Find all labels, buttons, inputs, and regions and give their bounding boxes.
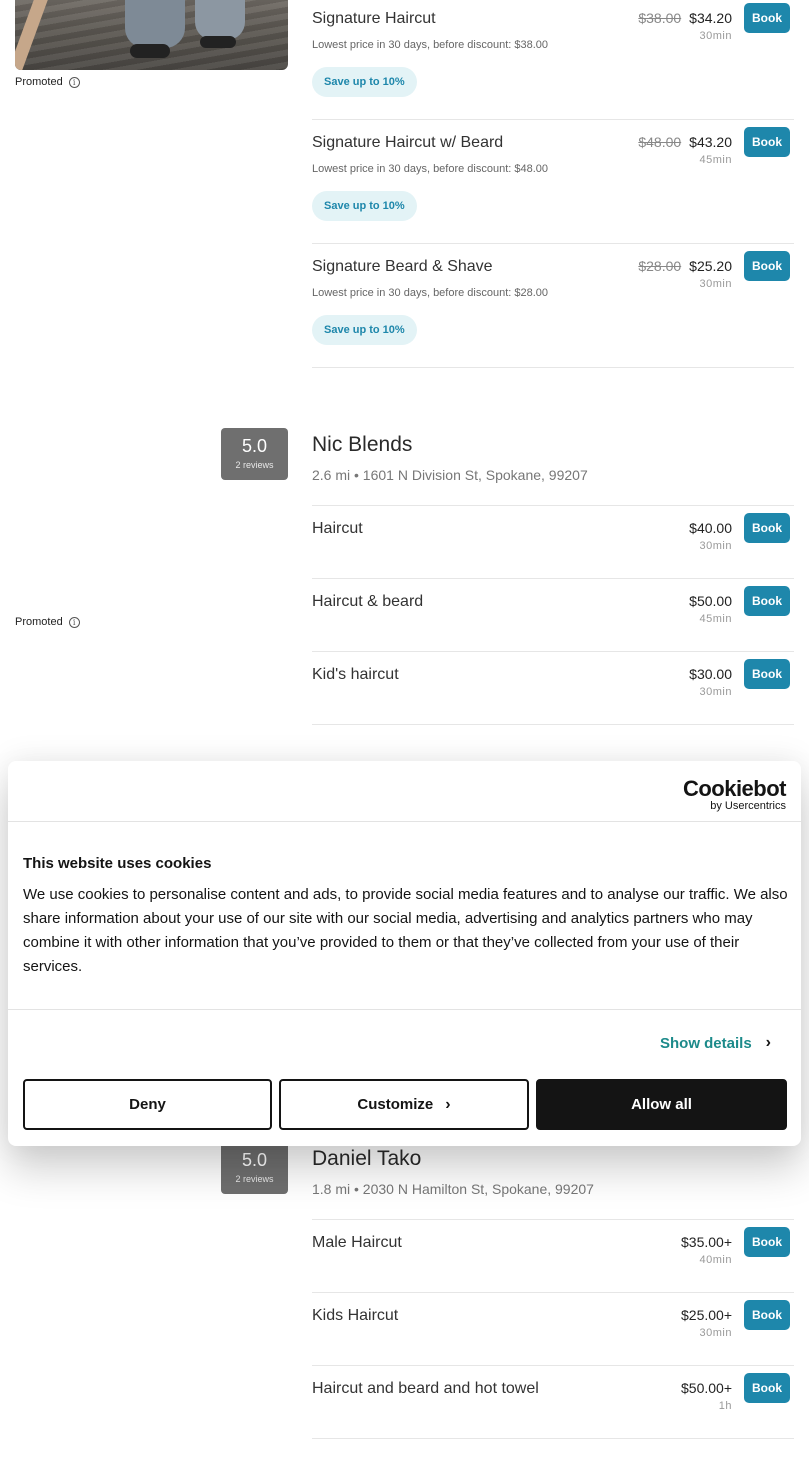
service-row: Kid's haircut $30.00 30min Book: [312, 659, 794, 725]
old-price: $38.00: [638, 10, 682, 26]
service-duration: 30min: [699, 30, 732, 42]
current-price: $43.20: [689, 134, 732, 150]
service-name: Kids Haircut: [312, 1307, 399, 1324]
shop-name[interactable]: Daniel Tako: [312, 1147, 794, 1171]
dialog-divider: [8, 821, 801, 822]
show-details-link[interactable]: Show details ›: [660, 1034, 771, 1052]
cookie-title: This website uses cookies: [23, 855, 212, 872]
service-duration: 30min: [699, 686, 732, 698]
service-row: Haircut & beard $50.00 45min Book: [312, 586, 794, 652]
shop-name[interactable]: Nic Blends: [312, 433, 794, 457]
service-price: $30.00: [689, 666, 732, 682]
service-price: $38.00 $34.20: [638, 10, 732, 26]
rating-badge: 5.0 2 reviews: [221, 428, 288, 480]
lowest-price-note: Lowest price in 30 days, before discount…: [312, 287, 549, 299]
lowest-price-note: Lowest price in 30 days, before discount…: [312, 163, 549, 175]
service-price: $40.00: [689, 520, 732, 536]
shop-address: 2.6 mi • 1601 N Division St, Spokane, 99…: [312, 467, 588, 483]
old-price: $48.00: [638, 134, 682, 150]
lowest-price-note: Lowest price in 30 days, before discount…: [312, 39, 549, 51]
divider: [312, 505, 794, 506]
service-name: Signature Haircut: [312, 10, 436, 27]
current-price: $34.20: [689, 10, 732, 26]
service-duration: 1h: [718, 1400, 732, 1412]
service-duration: 30min: [699, 540, 732, 552]
discount-badge: Save up to 10%: [312, 191, 417, 221]
rating-score: 5.0: [241, 436, 268, 456]
discount-badge: Save up to 10%: [312, 315, 417, 345]
divider: [312, 1219, 794, 1220]
service-price: $50.00+: [681, 1380, 732, 1396]
customize-button[interactable]: Customize ›: [279, 1079, 529, 1130]
book-button[interactable]: Book: [744, 1300, 790, 1330]
book-button[interactable]: Book: [744, 251, 790, 281]
deny-button[interactable]: Deny: [23, 1079, 272, 1130]
book-button[interactable]: Book: [744, 659, 790, 689]
service-row: Male Haircut $35.00+ 40min Book: [312, 1227, 794, 1293]
service-price: $50.00: [689, 593, 732, 609]
service-duration: 45min: [699, 613, 732, 625]
chevron-right-icon: ›: [765, 1034, 771, 1051]
shop-address: 1.8 mi • 2030 N Hamilton St, Spokane, 99…: [312, 1181, 594, 1197]
info-icon[interactable]: i: [68, 76, 80, 88]
service-name: Signature Beard & Shave: [312, 258, 493, 275]
chevron-right-icon: ›: [445, 1095, 451, 1113]
rating-badge: 5.0 2 reviews: [221, 1142, 288, 1194]
service-name: Signature Haircut w/ Beard: [312, 134, 504, 151]
service-name: Haircut and beard and hot towel: [312, 1380, 539, 1397]
service-name: Haircut: [312, 520, 363, 537]
shop-photo[interactable]: [15, 0, 288, 70]
book-button[interactable]: Book: [744, 1373, 790, 1403]
info-icon[interactable]: i: [68, 616, 80, 628]
book-button[interactable]: Book: [744, 513, 790, 543]
rating-score: 5.0: [241, 1150, 268, 1170]
promoted-label: Promoted i: [15, 76, 80, 88]
current-price: $25.20: [689, 258, 732, 274]
service-row: Signature Beard & Shave $28.00 $25.20 30m…: [312, 251, 794, 368]
shop-header: Nic Blends 2.6 mi • 1601 N Division St, …: [312, 433, 794, 483]
old-price: $28.00: [638, 258, 682, 274]
service-name: Kid's haircut: [312, 666, 399, 683]
service-row: Haircut $40.00 30min Book: [312, 513, 794, 579]
service-price: $28.00 $25.20: [638, 258, 732, 274]
promoted-label: Promoted i: [15, 616, 80, 628]
service-duration: 40min: [699, 1254, 732, 1266]
book-button[interactable]: Book: [744, 127, 790, 157]
allow-all-button[interactable]: Allow all: [536, 1079, 787, 1130]
service-name: Haircut & beard: [312, 593, 424, 610]
service-row: Signature Haircut w/ Beard $48.00 $43.20 …: [312, 127, 794, 244]
discount-badge: Save up to 10%: [312, 67, 417, 97]
review-count[interactable]: 2 reviews: [221, 1174, 288, 1184]
book-button[interactable]: Book: [744, 586, 790, 616]
search-results-page: Promoted i Signature Haircut $38.00 $34.2…: [0, 0, 809, 1457]
book-button[interactable]: Book: [744, 3, 790, 33]
service-duration: 30min: [699, 1327, 732, 1339]
book-button[interactable]: Book: [744, 1227, 790, 1257]
cookiebot-logo: Cookiebot by Usercentrics: [682, 776, 787, 812]
shop-header: Daniel Tako 1.8 mi • 2030 N Hamilton St,…: [312, 1147, 794, 1197]
service-row: Kids Haircut $25.00+ 30min Book: [312, 1300, 794, 1366]
service-price: $25.00+: [681, 1307, 732, 1323]
service-duration: 45min: [699, 154, 732, 166]
review-count[interactable]: 2 reviews: [221, 460, 288, 470]
dialog-divider: [8, 1009, 801, 1010]
service-duration: 30min: [699, 278, 732, 290]
cookie-consent-dialog: Cookiebot by Usercentrics This website u…: [8, 761, 801, 1146]
service-name: Male Haircut: [312, 1234, 402, 1251]
cookie-description: We use cookies to personalise content an…: [23, 886, 788, 975]
service-row: Haircut and beard and hot towel $50.00+ …: [312, 1373, 794, 1439]
service-price: $35.00+: [681, 1234, 732, 1250]
service-price: $48.00 $43.20: [638, 134, 732, 150]
service-row: Signature Haircut $38.00 $34.20 30min Boo…: [312, 3, 794, 120]
